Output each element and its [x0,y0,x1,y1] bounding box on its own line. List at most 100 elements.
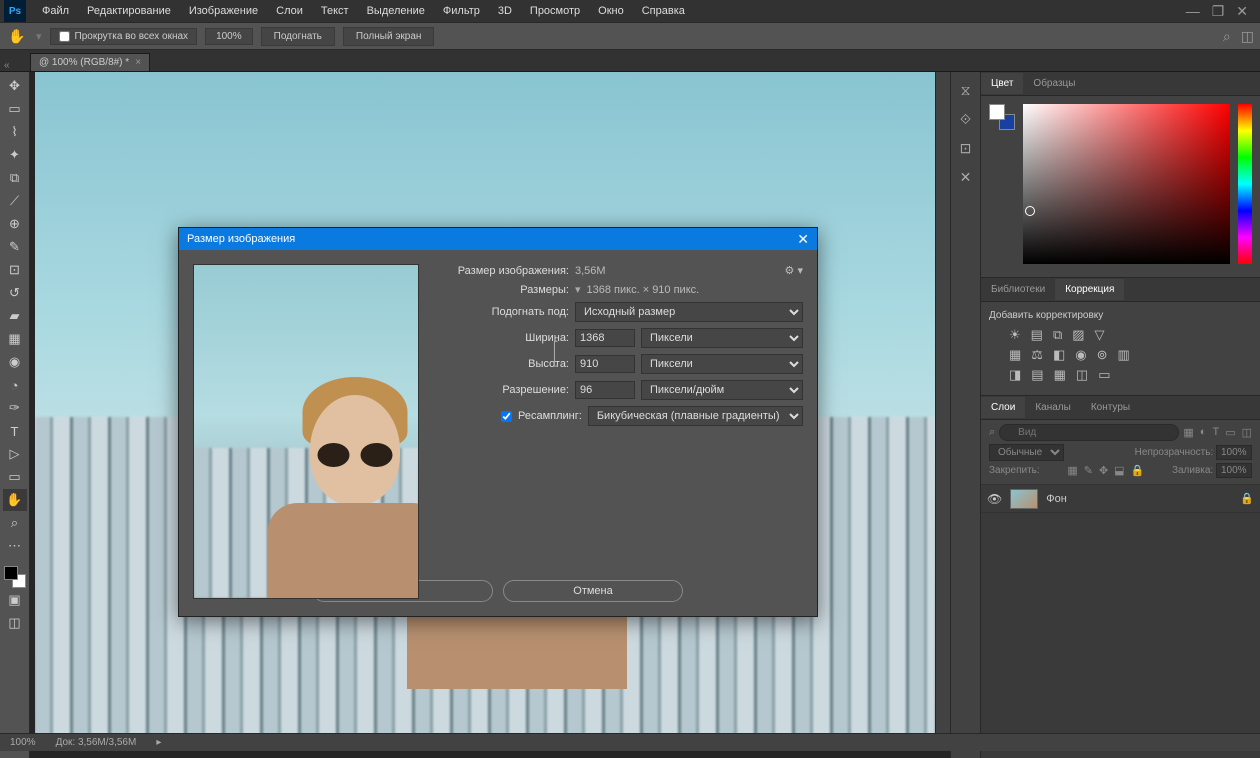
menu-window[interactable]: Окно [590,2,632,20]
eyedropper-tool[interactable]: ⟋ [3,190,27,212]
move-tool[interactable]: ✥ [3,75,27,97]
cancel-button[interactable]: Отмена [503,580,683,602]
fit-button[interactable]: Подогнать [261,27,335,46]
document-tab[interactable]: @ 100% (RGB/8#) * × [30,53,150,71]
fullscreen-button[interactable]: Полный экран [343,27,435,46]
menu-help[interactable]: Справка [634,2,693,20]
layer-thumbnail[interactable] [1010,489,1038,509]
menu-text[interactable]: Текст [313,2,357,20]
menu-filter[interactable]: Фильтр [435,2,488,20]
lock-brush-icon[interactable]: ✎ [1084,464,1093,477]
tab-color[interactable]: Цвет [981,73,1023,94]
gear-icon[interactable]: ⚙ ▾ [785,264,803,277]
history-brush-tool[interactable]: ↺ [3,282,27,304]
height-input[interactable] [575,355,635,373]
close-icon[interactable]: ✕ [1236,3,1248,20]
hand-tool[interactable]: ✋ [3,489,27,511]
adj-gradient-icon[interactable]: ◫ [1076,367,1088,383]
marquee-tool[interactable]: ▭ [3,98,27,120]
wand-tool[interactable]: ✦ [3,144,27,166]
workspace-icon[interactable]: ◫ [1241,28,1254,45]
path-select-tool[interactable]: ▷ [3,443,27,465]
lock-all-icon[interactable]: 🔒 [1131,464,1145,477]
scroll-all-input[interactable] [59,31,70,42]
layer-search-input[interactable] [999,424,1179,441]
lock-move-icon[interactable]: ✥ [1099,464,1108,477]
adj-brightness-icon[interactable]: ☀ [1009,327,1021,343]
blur-tool[interactable]: ◉ [3,351,27,373]
resolution-unit-select[interactable]: Пиксели/дюйм [641,380,803,400]
tab-swatches[interactable]: Образцы [1023,73,1085,94]
history-panel-icon[interactable]: ⧖ [961,82,971,99]
minimize-icon[interactable]: — [1186,3,1200,20]
adj-levels-icon[interactable]: ▤ [1031,327,1043,343]
menu-image[interactable]: Изображение [181,2,266,20]
color-picker[interactable] [1023,104,1230,264]
adj-select-icon[interactable]: ▭ [1098,367,1110,383]
quickmask-tool[interactable]: ▣ [3,589,27,611]
tab-libraries[interactable]: Библиотеки [981,279,1055,300]
brushes-panel-icon[interactable]: ⟐ [960,111,971,128]
menu-3d[interactable]: 3D [490,2,520,20]
adj-photo-icon[interactable]: ◉ [1075,347,1086,363]
fg-bg-swatch[interactable] [989,104,1015,130]
layer-row[interactable]: 👁 Фон 🔒 [981,485,1260,513]
adj-exposure-icon[interactable]: ▨ [1072,327,1084,343]
more-tools[interactable]: ⋯ [3,535,27,557]
type-tool[interactable]: T [3,420,27,442]
adj-lut-icon[interactable]: ▥ [1118,347,1130,363]
resample-checkbox[interactable] [501,411,512,422]
adj-vibrance-icon[interactable]: ▽ [1095,327,1105,343]
search-filter-icon[interactable]: ⌕ [989,426,995,439]
dialog-titlebar[interactable]: Размер изображения ✕ [179,228,817,250]
filter-type-icon[interactable]: T [1212,426,1219,439]
tab-correction[interactable]: Коррекция [1055,279,1124,300]
blend-mode-select[interactable]: Обычные [989,444,1064,461]
lock-icon[interactable]: 🔒 [1240,492,1254,505]
height-unit-select[interactable]: Пиксели [641,354,803,374]
menu-view[interactable]: Просмотр [522,2,588,20]
shape-tool[interactable]: ▭ [3,466,27,488]
opacity-input[interactable] [1216,445,1252,460]
width-input[interactable] [575,329,635,347]
lasso-tool[interactable]: ⌇ [3,121,27,143]
settings-panel-icon[interactable]: ✕ [960,169,972,186]
tab-channels[interactable]: Каналы [1025,397,1081,418]
tab-paths[interactable]: Контуры [1081,397,1140,418]
search-icon[interactable]: ⌕ [1223,28,1231,45]
menu-select[interactable]: Выделение [359,2,433,20]
tab-close-icon[interactable]: × [135,57,141,68]
adj-bw-icon[interactable]: ◧ [1053,347,1065,363]
fill-input[interactable] [1216,463,1252,478]
filter-shape-icon[interactable]: ▭ [1225,426,1235,439]
hand-tool-icon[interactable]: ✋ [6,25,28,47]
filter-smart-icon[interactable]: ◫ [1242,426,1252,439]
clone-panel-icon[interactable]: ⊡ [960,140,972,157]
adj-balance-icon[interactable]: ⚖ [1031,347,1043,363]
gradient-tool[interactable]: ▦ [3,328,27,350]
link-icon[interactable]: ⎡⎣ [553,334,567,374]
lock-art-icon[interactable]: ⬓ [1114,464,1124,477]
adj-threshold-icon[interactable]: ▦ [1054,367,1066,383]
visibility-icon[interactable]: 👁 [987,492,1002,506]
menu-edit[interactable]: Редактирование [79,2,179,20]
adj-hue-icon[interactable]: ▦ [1009,347,1021,363]
heal-tool[interactable]: ⊕ [3,213,27,235]
dims-dropdown-icon[interactable]: ▾ [575,283,581,296]
tab-layers[interactable]: Слои [981,397,1025,418]
menu-file[interactable]: Файл [34,2,77,20]
vertical-scrollbar[interactable] [936,72,950,736]
stamp-tool[interactable]: ⊡ [3,259,27,281]
screen-mode-tool[interactable]: ◫ [3,612,27,634]
adj-poster-icon[interactable]: ▤ [1031,367,1043,383]
resample-select[interactable]: Бикубическая (плавные градиенты) [588,406,803,426]
fit-select[interactable]: Исходный размер [575,302,803,322]
scroll-all-checkbox[interactable]: Прокрутка во всех окнах [50,28,198,45]
filter-adj-icon[interactable]: ◐ [1200,426,1207,439]
filter-img-icon[interactable]: ▦ [1183,426,1193,439]
width-unit-select[interactable]: Пиксели [641,328,803,348]
dialog-close-icon[interactable]: ✕ [797,231,809,248]
brush-tool[interactable]: ✎ [3,236,27,258]
eraser-tool[interactable]: ▰ [3,305,27,327]
status-arrow-icon[interactable]: ▸ [156,737,161,748]
